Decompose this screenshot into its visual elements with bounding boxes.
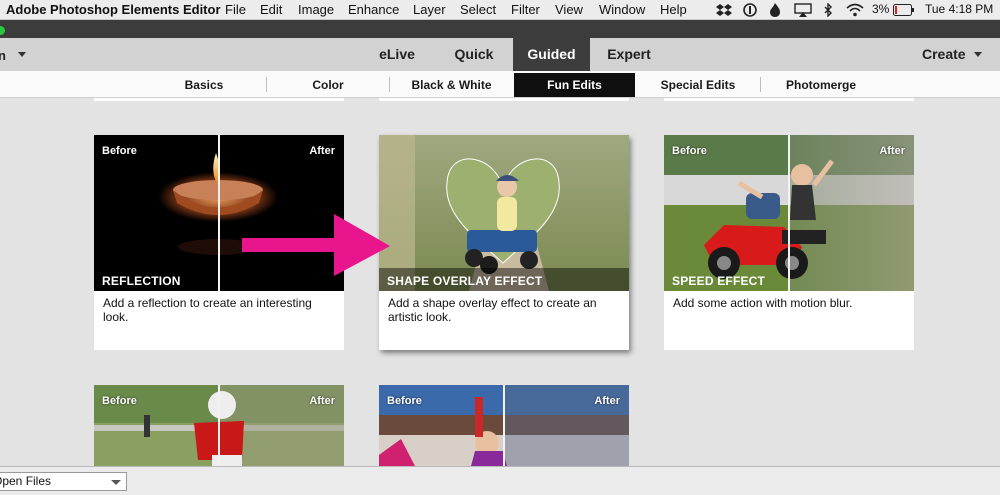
chevron-down-icon[interactable]	[18, 52, 26, 57]
tab-fun-edits[interactable]: Fun Edits	[514, 73, 635, 97]
mode-bar: n eLive Quick Guided Expert Create	[0, 38, 1000, 71]
card-title: SPEED EFFECT	[672, 274, 766, 288]
battery-icon[interactable]	[893, 4, 915, 16]
mode-quick[interactable]: Quick	[441, 38, 507, 71]
card-edge-above	[379, 98, 629, 101]
card-description: Add some action with motion blur.	[673, 296, 853, 310]
tab-separator	[266, 77, 267, 92]
menu-help[interactable]: Help	[660, 2, 687, 17]
tab-black-white[interactable]: Black & White	[400, 73, 503, 97]
before-label: Before	[672, 145, 707, 157]
mode-guided[interactable]: Guided	[513, 38, 590, 71]
guided-category-tabs: Basics Color Black & White Fun Edits Spe…	[0, 71, 1000, 98]
card-guided-edit[interactable]: Before After	[94, 385, 344, 466]
before-after-divider[interactable]	[218, 135, 220, 291]
shape-overlay-thumbnail: SHAPE OVERLAY EFFECT	[379, 135, 629, 291]
card-title: SHAPE OVERLAY EFFECT	[387, 274, 543, 288]
menu-layer[interactable]: Layer	[413, 2, 446, 17]
card-title: REFLECTION	[102, 274, 181, 288]
annotation-arrow-icon	[242, 214, 390, 276]
wifi-icon[interactable]	[846, 3, 864, 17]
bluetooth-icon[interactable]	[823, 3, 833, 17]
bottom-bar: Open Files	[0, 466, 1000, 495]
before-after-divider[interactable]	[788, 135, 790, 291]
dropbox-icon[interactable]	[716, 3, 732, 17]
after-label: After	[309, 395, 335, 407]
menu-view[interactable]: View	[555, 2, 583, 17]
workspace-menu-edge[interactable]: n	[0, 48, 6, 63]
menu-image[interactable]: Image	[298, 2, 334, 17]
guided-edit-thumbnail: Before After	[94, 385, 344, 466]
menu-enhance[interactable]: Enhance	[348, 2, 399, 17]
card-description: Add a reflection to create an interestin…	[103, 296, 312, 324]
menu-edit[interactable]: Edit	[260, 2, 282, 17]
before-label: Before	[387, 395, 422, 407]
tab-photomerge[interactable]: Photomerge	[773, 73, 869, 97]
card-edge-above	[664, 98, 914, 101]
window-title-bar	[0, 20, 1000, 38]
create-button[interactable]: Create	[922, 46, 966, 62]
menu-filter[interactable]: Filter	[511, 2, 540, 17]
before-label: Before	[102, 145, 137, 157]
info-icon[interactable]	[743, 3, 757, 17]
after-label: After	[309, 145, 335, 157]
card-description: Add a shape overlay effect to create an …	[388, 296, 597, 324]
before-after-divider[interactable]	[218, 385, 220, 466]
menu-window[interactable]: Window	[599, 2, 645, 17]
tab-separator	[389, 77, 390, 92]
flame-icon[interactable]	[769, 3, 781, 17]
after-label: After	[594, 395, 620, 407]
open-files-dropdown[interactable]: Open Files	[0, 472, 127, 491]
before-label: Before	[102, 395, 137, 407]
mode-expert[interactable]: Expert	[598, 38, 660, 71]
guided-edit-thumbnail: Before After	[379, 385, 629, 466]
speed-effect-thumbnail: Before After SPEED EFFECT	[664, 135, 914, 291]
open-files-label: Open Files	[0, 474, 52, 488]
tab-basics[interactable]: Basics	[172, 73, 236, 97]
mode-elive[interactable]: eLive	[365, 38, 429, 71]
card-edge-above	[94, 98, 344, 101]
after-label: After	[879, 145, 905, 157]
clock[interactable]: Tue 4:18 PM	[925, 2, 993, 16]
card-speed-effect[interactable]: Before After SPEED EFFECT Add some actio…	[664, 135, 914, 350]
menu-select[interactable]: Select	[460, 2, 496, 17]
app-name[interactable]: Adobe Photoshop Elements Editor	[6, 2, 221, 17]
card-guided-edit[interactable]: Before After	[379, 385, 629, 466]
card-shape-overlay-effect[interactable]: SHAPE OVERLAY EFFECT Add a shape overlay…	[379, 135, 629, 350]
before-after-divider[interactable]	[503, 385, 505, 466]
tab-separator	[760, 77, 761, 92]
menu-file[interactable]: File	[225, 2, 246, 17]
tab-special-edits[interactable]: Special Edits	[650, 73, 746, 97]
airplay-icon[interactable]	[794, 3, 812, 17]
battery-percent: 3%	[872, 2, 890, 16]
system-menu-bar: Adobe Photoshop Elements Editor File Edi…	[0, 0, 1000, 20]
create-chevron-down-icon[interactable]	[974, 52, 982, 57]
chevron-down-icon	[111, 480, 121, 485]
tab-color[interactable]: Color	[298, 73, 358, 97]
